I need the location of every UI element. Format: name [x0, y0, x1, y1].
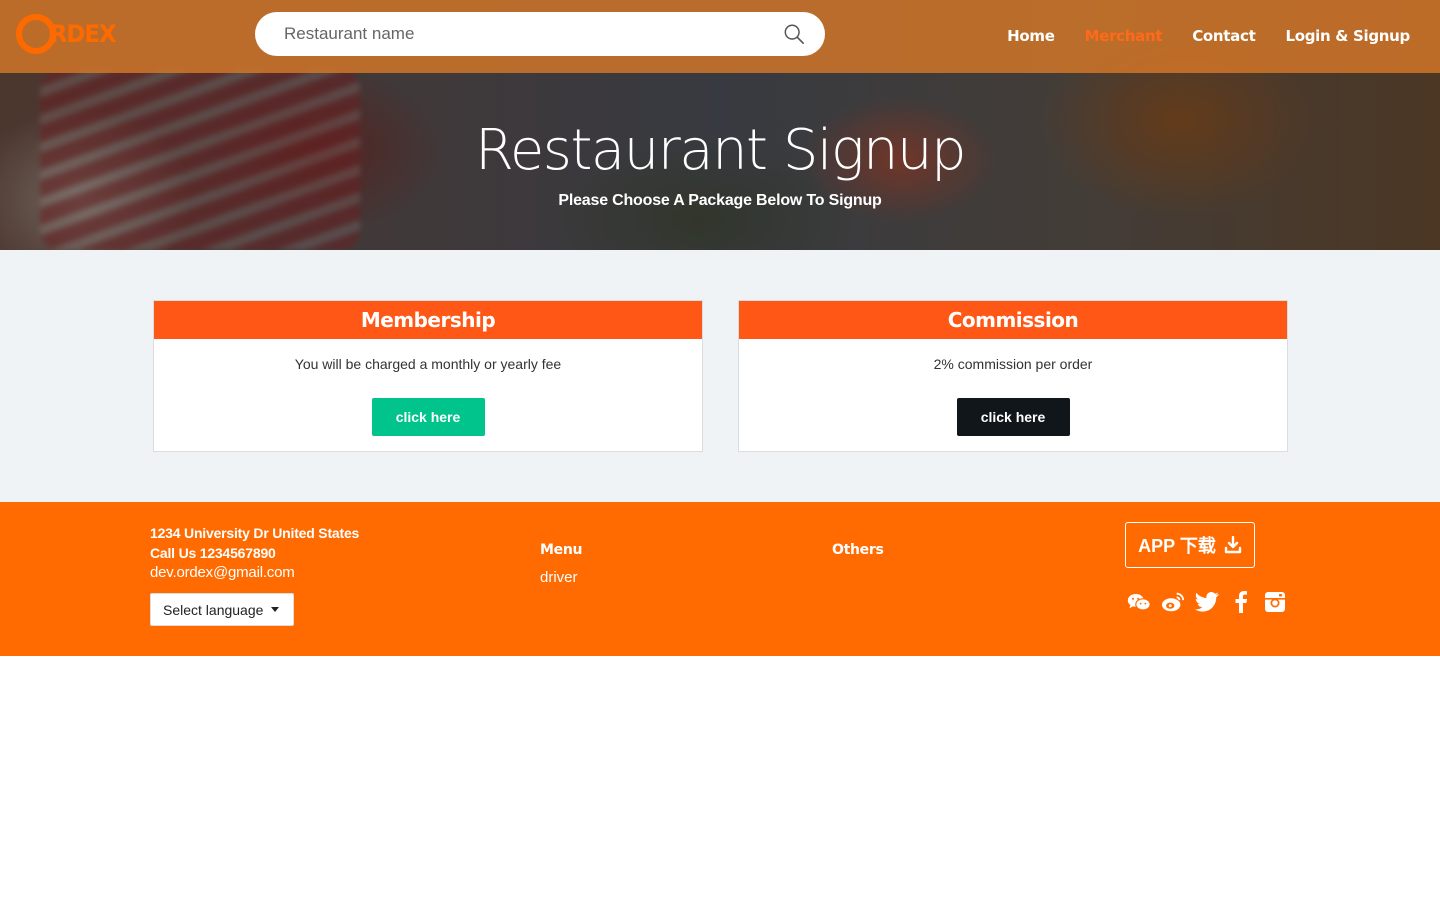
social-links: [1127, 590, 1287, 614]
nav-contact[interactable]: Contact: [1192, 27, 1256, 45]
language-select[interactable]: Select language: [150, 593, 294, 626]
weibo-icon[interactable]: [1161, 590, 1185, 614]
footer-link-driver[interactable]: driver: [540, 569, 578, 586]
language-select-label: Select language: [163, 601, 264, 618]
app-download-button[interactable]: APP 下载: [1125, 522, 1255, 568]
logo-text: RDEX: [49, 20, 117, 48]
membership-click-here-button[interactable]: click here: [371, 398, 485, 436]
commission-card-description: 2% commission per order: [933, 356, 1093, 372]
membership-card-title: Membership: [154, 301, 702, 339]
commission-click-here-button[interactable]: click here: [956, 398, 1070, 436]
page-subtitle: Please Choose A Package Below To Signup: [558, 192, 882, 209]
commission-card: Commission 2% commission per order click…: [738, 300, 1288, 452]
twitter-icon[interactable]: [1195, 590, 1219, 614]
footer-menu-title: Menu: [540, 542, 583, 558]
ordex-logo[interactable]: RDEX: [16, 14, 117, 54]
site-footer: 1234 University Dr United States Call Us…: [0, 502, 1440, 656]
caret-down-icon: [271, 607, 280, 612]
nav-merchant[interactable]: Merchant: [1085, 27, 1163, 45]
wechat-icon[interactable]: [1127, 590, 1151, 614]
membership-card-description: You will be charged a monthly or yearly …: [294, 356, 562, 372]
footer-others-title: Others: [832, 542, 884, 558]
main-nav: Home Merchant Contact Login & Signup: [1007, 27, 1410, 45]
search-icon[interactable]: [783, 23, 805, 45]
address-text: 1234 University Dr United States: [150, 525, 360, 541]
facebook-icon[interactable]: [1229, 590, 1253, 614]
commission-card-title: Commission: [739, 301, 1287, 339]
email-link[interactable]: dev.ordex@gmail.com: [150, 563, 359, 583]
top-navbar: RDEX Home Merchant Contact Login & Signu…: [0, 0, 1440, 73]
membership-card: Membership You will be charged a monthly…: [153, 300, 703, 452]
download-icon: [1224, 536, 1242, 554]
search-bar: [255, 12, 825, 56]
phone-text: Call Us 1234567890: [150, 545, 276, 561]
contact-info: 1234 University Dr United States Call Us…: [150, 523, 359, 583]
packages-section: Membership You will be charged a monthly…: [0, 250, 1440, 502]
instagram-icon[interactable]: [1263, 590, 1287, 614]
nav-login-signup[interactable]: Login & Signup: [1285, 27, 1410, 45]
hero-banner: RDEX Home Merchant Contact Login & Signu…: [0, 0, 1440, 250]
search-input[interactable]: [284, 24, 783, 44]
nav-home[interactable]: Home: [1007, 27, 1055, 45]
page-title: Restaurant Signup: [474, 118, 967, 183]
app-download-label: APP 下载: [1138, 536, 1216, 556]
